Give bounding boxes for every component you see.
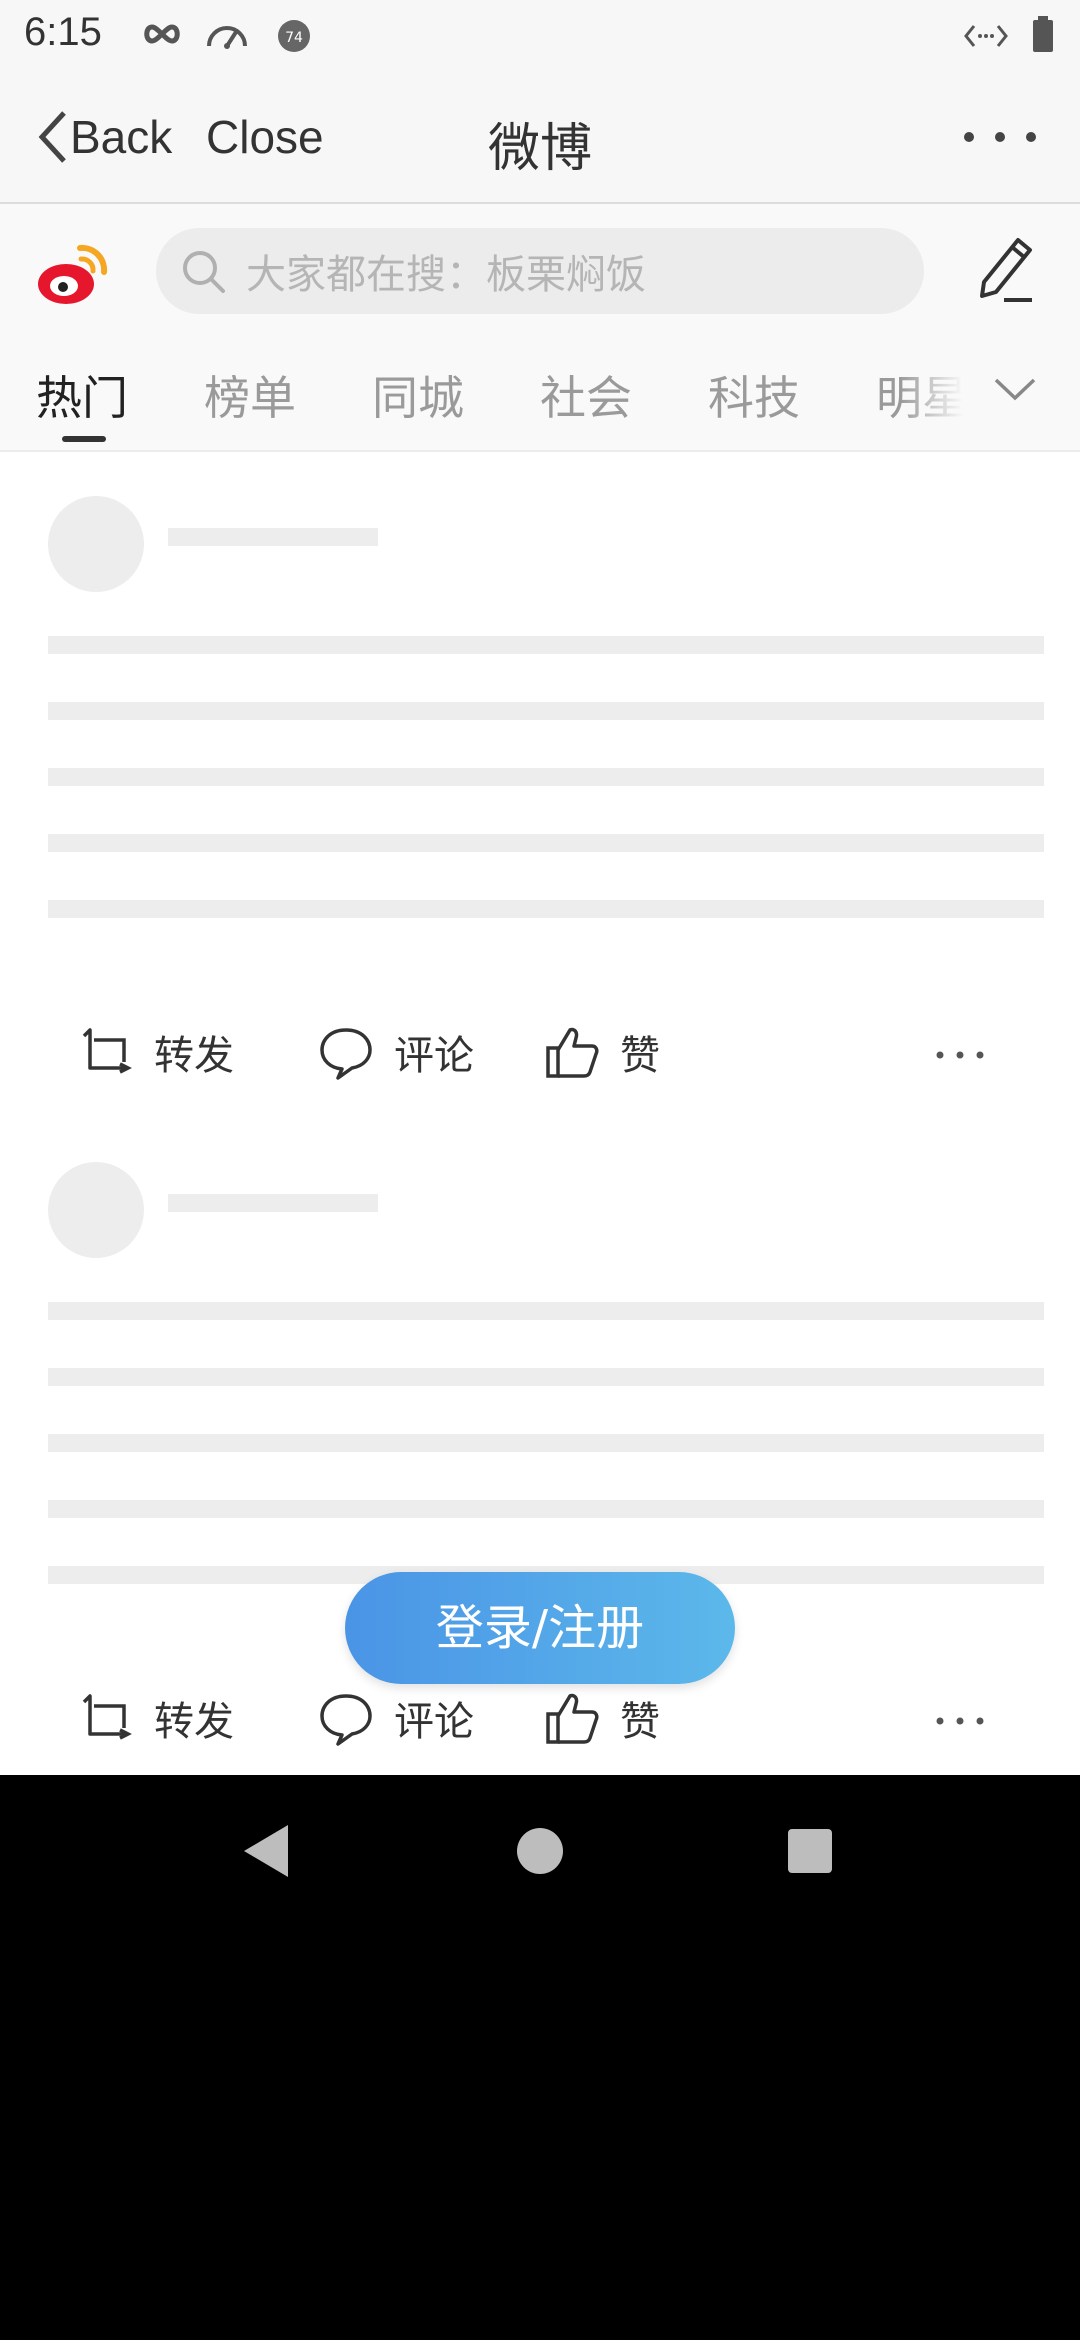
like-label: 赞 xyxy=(620,1033,660,1079)
speedometer-icon xyxy=(207,26,247,49)
chevron-left-icon xyxy=(38,111,66,163)
post-more-icon[interactable] xyxy=(930,1040,990,1070)
text-line-placeholder xyxy=(48,768,1044,786)
avatar-placeholder xyxy=(48,1162,144,1258)
circle-badge-icon: 74 xyxy=(278,20,310,52)
back-triangle-icon[interactable] xyxy=(230,1813,306,1889)
avatar-placeholder xyxy=(48,496,144,592)
more-options-icon[interactable] xyxy=(955,112,1045,162)
thumbs-up-icon xyxy=(546,1027,599,1078)
text-line-placeholder xyxy=(48,1434,1044,1452)
tab-tech[interactable]: 科技 xyxy=(708,362,800,428)
close-button[interactable]: Close xyxy=(206,110,324,164)
repost-label: 转发 xyxy=(154,1699,234,1745)
tab-rankings[interactable]: 榜单 xyxy=(204,362,296,428)
repost-button[interactable]: 转发 xyxy=(76,1012,234,1092)
like-button[interactable]: 赞 xyxy=(542,1012,660,1092)
compose-icon[interactable] xyxy=(972,232,1036,304)
comment-button[interactable]: 评论 xyxy=(316,1678,474,1758)
battery-icon xyxy=(1033,16,1053,52)
text-line-placeholder xyxy=(48,1302,1044,1320)
text-line-placeholder xyxy=(48,636,1044,654)
back-button[interactable]: Back xyxy=(34,102,172,172)
comment-button[interactable]: 评论 xyxy=(316,1012,474,1092)
repost-icon xyxy=(82,1028,132,1074)
repost-label: 转发 xyxy=(154,1033,234,1079)
like-label: 赞 xyxy=(620,1699,660,1745)
comment-icon xyxy=(320,1028,372,1080)
username-placeholder xyxy=(168,528,378,546)
tab-local[interactable]: 同城 xyxy=(372,362,464,428)
home-circle-icon[interactable] xyxy=(502,1813,578,1889)
tab-hot[interactable]: 热门 xyxy=(36,362,128,428)
text-line-placeholder xyxy=(48,900,1044,918)
repost-button[interactable]: 转发 xyxy=(76,1678,234,1758)
infinity-icon xyxy=(144,24,180,44)
recents-square-icon[interactable] xyxy=(772,1813,848,1889)
comment-label: 评论 xyxy=(394,1699,474,1745)
comment-label: 评论 xyxy=(394,1033,474,1079)
app-screen: 6:15 74 Back Close 微博 大家都在搜：板栗焖饭 热门 榜单 同… xyxy=(0,0,1080,1775)
comment-icon xyxy=(320,1694,372,1746)
chevron-down-icon[interactable] xyxy=(990,364,1040,414)
username-placeholder xyxy=(168,1194,378,1212)
code-brackets-icon xyxy=(964,25,1008,47)
search-icon xyxy=(183,251,225,293)
active-tab-indicator xyxy=(62,436,106,442)
text-line-placeholder xyxy=(48,834,1044,852)
repost-icon xyxy=(82,1694,132,1740)
text-line-placeholder xyxy=(48,1368,1044,1386)
text-line-placeholder xyxy=(48,702,1044,720)
tab-society[interactable]: 社会 xyxy=(540,362,632,428)
post-more-icon[interactable] xyxy=(930,1706,990,1736)
feed-post-placeholder: 转发 评论 赞 xyxy=(0,452,1080,1118)
weibo-header: 大家都在搜：板栗焖饭 热门 榜单 同城 社会 科技 明星 xyxy=(0,204,1080,452)
browser-nav-bar: Back Close 微博 xyxy=(0,72,1080,204)
search-placeholder: 大家都在搜：板栗焖饭 xyxy=(246,252,646,298)
search-bar[interactable]: 大家都在搜：板栗焖饭 xyxy=(156,228,924,314)
status-time: 6:15 xyxy=(24,10,102,54)
category-tabs: 热门 榜单 同城 社会 科技 明星 xyxy=(0,350,1000,450)
login-register-button[interactable]: 登录/注册 xyxy=(345,1572,735,1684)
thumbs-up-icon xyxy=(546,1693,599,1744)
status-badge-number: 74 xyxy=(285,30,303,46)
back-label: Back xyxy=(70,111,173,163)
status-bar: 6:15 74 xyxy=(0,0,1080,72)
text-line-placeholder xyxy=(48,1500,1044,1518)
system-nav-bar xyxy=(0,1775,1080,1925)
weibo-logo[interactable] xyxy=(34,234,114,314)
like-button[interactable]: 赞 xyxy=(542,1678,660,1758)
tabs-fade-overlay xyxy=(900,350,990,450)
